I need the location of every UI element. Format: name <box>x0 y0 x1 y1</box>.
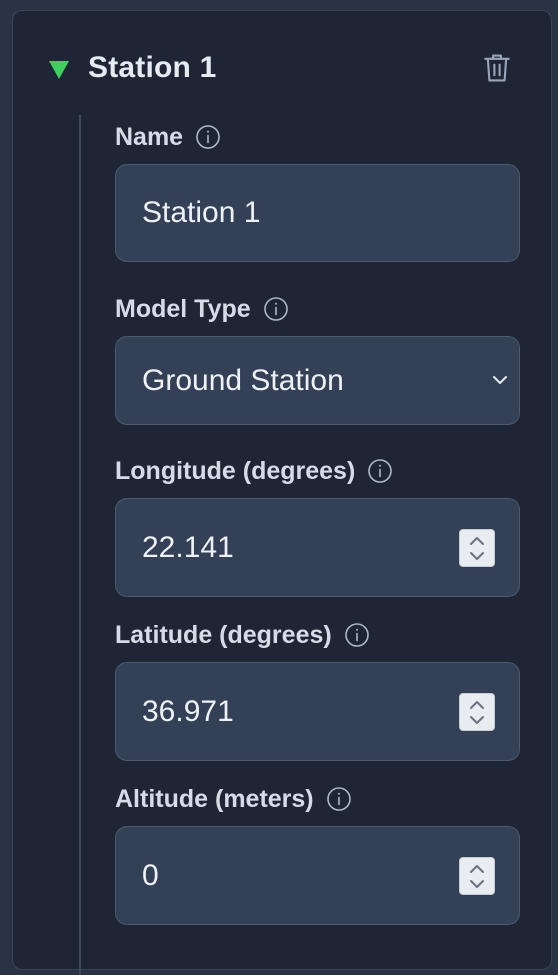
station-panel: Station 1 Name Model Type Ground Station <box>12 10 552 975</box>
name-input[interactable] <box>142 165 462 261</box>
name-field[interactable] <box>115 164 520 262</box>
latitude-input[interactable] <box>142 663 462 760</box>
info-icon[interactable] <box>367 458 393 484</box>
model-type-value: Ground Station <box>142 364 344 397</box>
info-icon[interactable] <box>326 786 352 812</box>
info-icon[interactable] <box>195 124 221 150</box>
altitude-input[interactable] <box>142 827 462 924</box>
longitude-label: Longitude (degrees) <box>115 455 393 487</box>
chevron-up-icon[interactable] <box>468 534 486 548</box>
longitude-input[interactable] <box>142 499 462 596</box>
altitude-label: Altitude (meters) <box>115 783 352 815</box>
longitude-field[interactable] <box>115 498 520 597</box>
model-type-label-text: Model Type <box>115 295 251 323</box>
chevron-up-icon[interactable] <box>468 698 486 712</box>
altitude-stepper[interactable] <box>459 857 495 895</box>
name-label: Name <box>115 121 221 153</box>
longitude-label-text: Longitude (degrees) <box>115 457 356 485</box>
tree-rail <box>79 115 81 975</box>
altitude-label-text: Altitude (meters) <box>115 785 314 813</box>
chevron-down-icon[interactable] <box>468 877 486 891</box>
name-label-text: Name <box>115 123 184 151</box>
info-icon[interactable] <box>344 622 370 648</box>
chevron-down-icon[interactable] <box>468 549 486 563</box>
chevron-down-icon <box>493 376 507 384</box>
latitude-label: Latitude (degrees) <box>115 619 370 651</box>
latitude-stepper[interactable] <box>459 693 495 731</box>
info-icon[interactable] <box>263 296 289 322</box>
model-type-label: Model Type <box>115 293 289 325</box>
chevron-down-icon[interactable] <box>468 713 486 727</box>
station-header: Station 1 <box>13 11 551 127</box>
model-type-select[interactable]: Ground Station <box>115 336 520 425</box>
latitude-field[interactable] <box>115 662 520 761</box>
station-title[interactable]: Station 1 <box>88 49 216 87</box>
altitude-field[interactable] <box>115 826 520 925</box>
triangle-down-icon[interactable] <box>47 57 71 81</box>
longitude-stepper[interactable] <box>459 529 495 567</box>
latitude-label-text: Latitude (degrees) <box>115 621 332 649</box>
trash-icon[interactable] <box>481 51 513 85</box>
chevron-up-icon[interactable] <box>468 862 486 876</box>
